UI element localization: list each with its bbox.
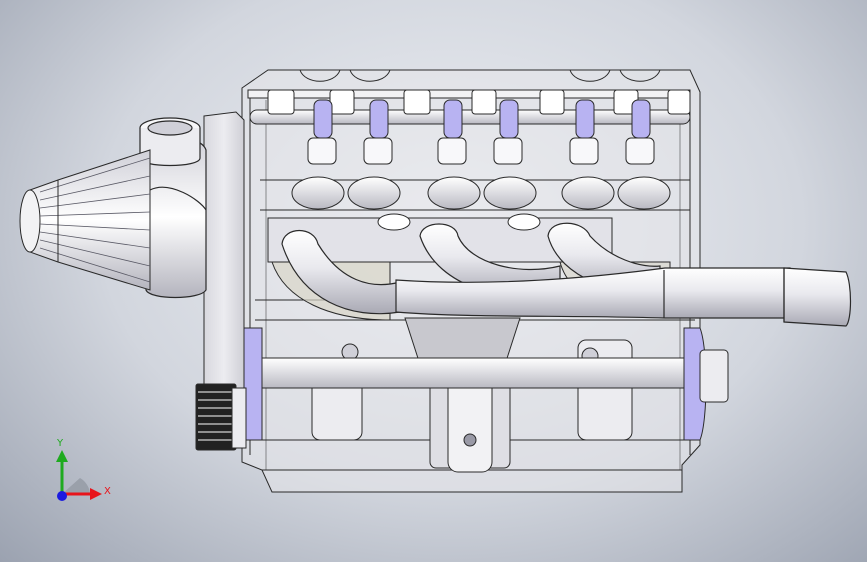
air-filter [19,149,151,291]
engine-assembly-model[interactable] [0,0,867,562]
graphics-viewport[interactable]: Y X [0,0,867,562]
triad-y-label: Y [57,438,64,449]
triad-plane-icon [62,478,90,494]
triad-x-label: X [104,486,111,497]
z-axis-marker [57,491,67,501]
axis-triad: Y X [40,438,130,514]
